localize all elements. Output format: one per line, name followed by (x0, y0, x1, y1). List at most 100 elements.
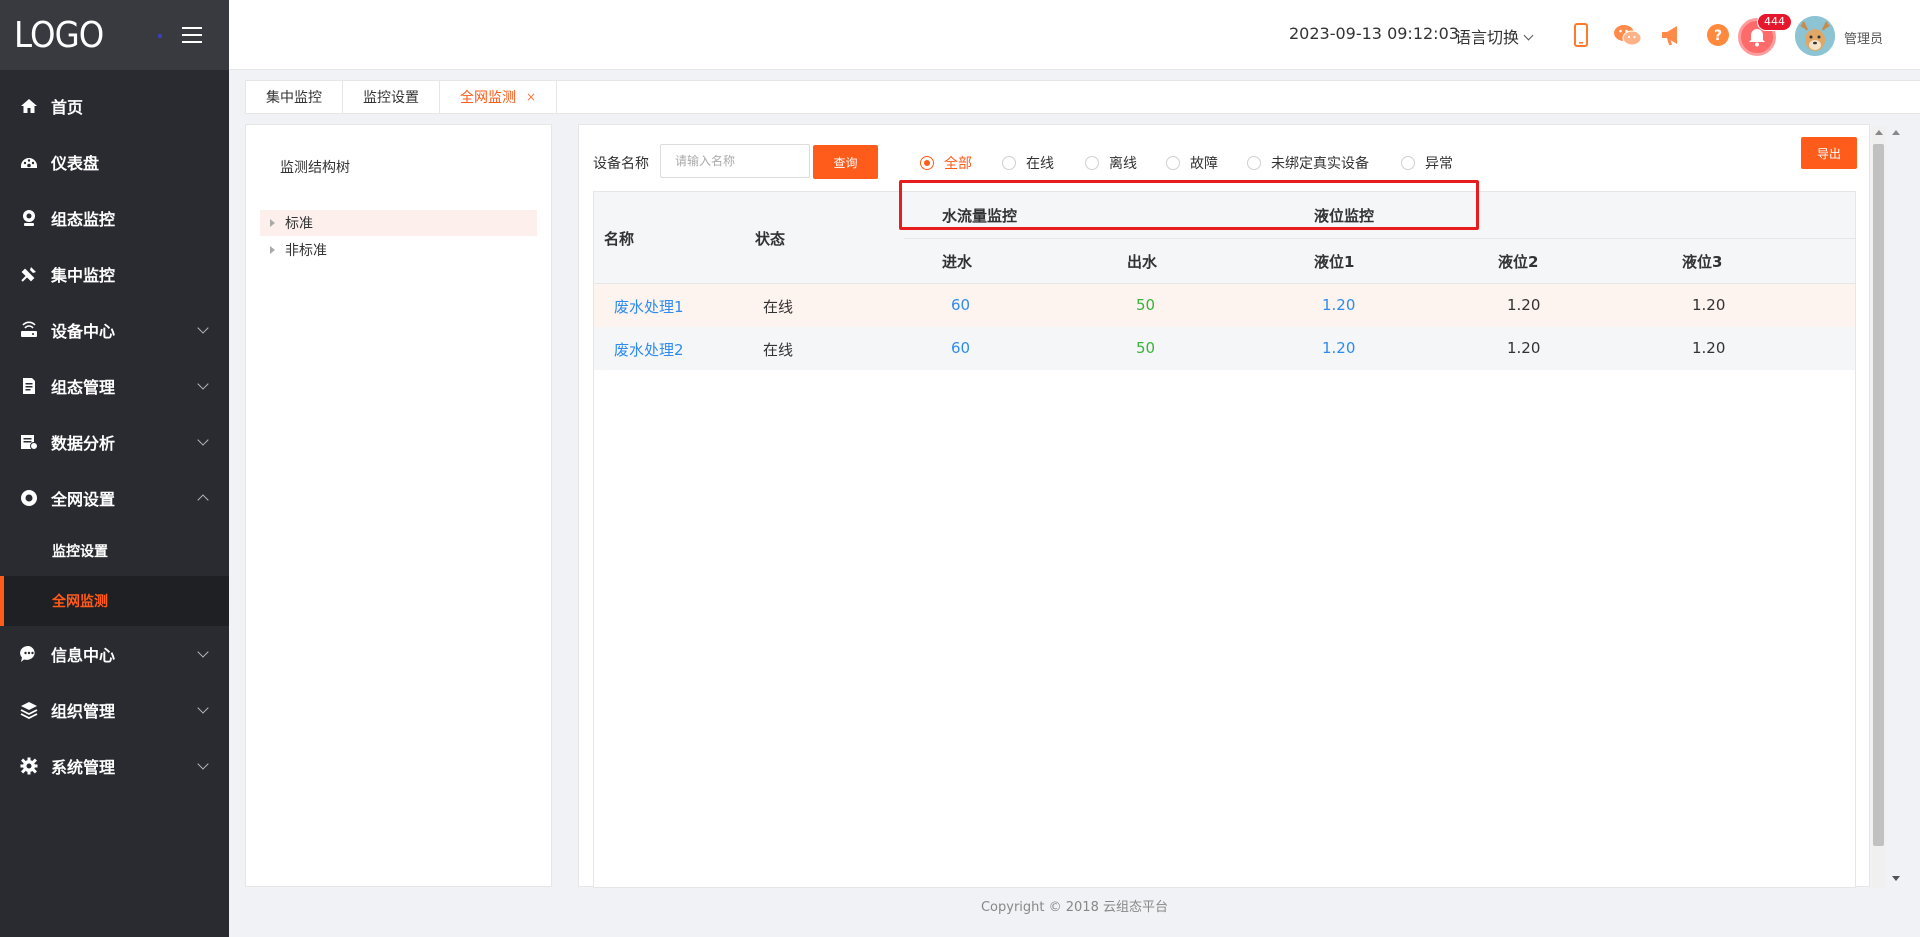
sidebar: LOGO 首页 仪表盘 组态监控 集中监控 设备中心 组态管理 数据分析 全网设… (0, 0, 229, 937)
tree-node-standard[interactable]: 标准 (260, 210, 537, 236)
notification-badge: 444 (1757, 13, 1792, 31)
scrollbar-thumb[interactable] (1873, 144, 1884, 846)
status-radio-unbound[interactable]: 未绑定真实设备 (1247, 153, 1369, 173)
document-icon (20, 377, 38, 395)
column-header-status: 状态 (755, 230, 786, 248)
tree-node-label: 非标准 (285, 243, 327, 259)
sidebar-item-label: 信息中心 (51, 646, 116, 665)
sidebar-item-label: 组织管理 (51, 702, 116, 721)
query-button[interactable]: 查询 (813, 145, 878, 179)
announcement-icon[interactable] (1659, 22, 1685, 48)
sidebar-item-label: 首页 (51, 98, 84, 117)
menu-toggle-icon[interactable] (158, 27, 202, 43)
status-radio-fault[interactable]: 故障 (1166, 153, 1218, 173)
sidebar-item-device-center[interactable]: 设备中心 (0, 302, 229, 358)
monitor-table: 名称 状态 水流量监控 液位监控 进水 出水 液位1 液位2 液位3 废水处理1… (593, 191, 1856, 888)
mobile-icon[interactable] (1568, 22, 1594, 48)
table-header: 名称 状态 水流量监控 液位监控 进水 出水 液位1 液位2 液位3 (594, 192, 1855, 284)
close-icon[interactable]: × (526, 90, 536, 104)
chevron-down-icon (197, 758, 209, 770)
scroll-down-arrow-icon[interactable] (1892, 876, 1900, 881)
sidebar-item-data-analysis[interactable]: 数据分析 (0, 414, 229, 470)
wechat-icon[interactable] (1612, 22, 1644, 48)
device-name-link[interactable]: 废水处理1 (614, 296, 684, 317)
table-row[interactable]: 废水处理2 在线 60 50 1.20 1.20 1.20 (594, 327, 1855, 370)
home-icon (20, 97, 38, 115)
sidebar-item-label: 系统管理 (51, 758, 116, 777)
router-icon (20, 321, 38, 339)
scroll-up-arrow-icon[interactable] (1892, 130, 1900, 135)
sidebar-subitem-network-monitor[interactable]: 全网监测 (0, 576, 229, 626)
radio-ring (1085, 156, 1099, 170)
tree-title: 监测结构树 (280, 160, 350, 176)
sidebar-item-org-manage[interactable]: 组织管理 (0, 682, 229, 738)
webcam-icon (20, 209, 38, 227)
layers-icon (20, 701, 38, 719)
inlet-value: 60 (951, 296, 971, 314)
avatar[interactable] (1795, 16, 1835, 56)
inlet-value: 60 (951, 339, 971, 357)
sidebar-item-config-monitor[interactable]: 组态监控 (0, 190, 229, 246)
sidebar-item-config-manage[interactable]: 组态管理 (0, 358, 229, 414)
column-header-level2: 液位2 (1498, 253, 1539, 271)
chevron-down-icon (197, 702, 209, 714)
structure-tree-panel: 监测结构树 标准 非标准 (245, 124, 552, 887)
status-radio-online[interactable]: 在线 (1002, 153, 1054, 173)
tree-node-nonstandard[interactable]: 非标准 (260, 237, 537, 263)
report-icon (20, 433, 38, 451)
tree-node-label: 标准 (285, 216, 313, 232)
status-radio-all[interactable]: 全部 (920, 153, 972, 173)
device-status: 在线 (763, 298, 794, 316)
language-label: 语言切换 (1455, 28, 1520, 47)
level2-value: 1.20 (1507, 296, 1541, 314)
sidebar-item-info-center[interactable]: 信息中心 (0, 626, 229, 682)
radio-ring (1401, 156, 1415, 170)
column-header-level3: 液位3 (1682, 253, 1723, 271)
tab-label: 监控设置 (363, 90, 419, 106)
export-button[interactable]: 导出 (1801, 137, 1857, 169)
device-name-input[interactable] (660, 144, 810, 178)
user-name[interactable]: 管理员 (1844, 28, 1883, 47)
sidebar-item-dashboard[interactable]: 仪表盘 (0, 134, 229, 190)
caret-right-icon[interactable] (270, 219, 275, 227)
chevron-down-icon (197, 646, 209, 658)
radio-label: 全部 (944, 156, 972, 172)
scroll-up-arrow-icon[interactable] (1875, 130, 1883, 135)
chevron-down-icon (197, 322, 209, 334)
radio-label: 故障 (1190, 156, 1218, 172)
sidebar-item-central-monitor[interactable]: 集中监控 (0, 246, 229, 302)
gear-icon (20, 757, 38, 775)
table-row[interactable]: 废水处理1 在线 60 50 1.20 1.20 1.20 (594, 284, 1855, 327)
sidebar-item-system-manage[interactable]: 系统管理 (0, 738, 229, 794)
sidebar-item-label: 数据分析 (51, 434, 116, 453)
tab-network-monitor[interactable]: 全网监测 × (440, 81, 558, 113)
radio-ring (920, 156, 934, 170)
radio-ring (1247, 156, 1261, 170)
device-status: 在线 (763, 341, 794, 359)
radio-label: 未绑定真实设备 (1271, 156, 1369, 172)
sidebar-item-label: 集中监控 (51, 266, 116, 285)
level1-value: 1.20 (1322, 339, 1356, 357)
tab-central-monitor[interactable]: 集中监控 (246, 81, 343, 113)
sidebar-item-network-settings[interactable]: 全网设置 (0, 470, 229, 526)
main-panel: 设备名称 查询 全部 在线 离线 故障 未绑定真实设备 异常 导出 名称 状态 … (578, 124, 1870, 888)
sidebar-item-label: 组态监控 (51, 210, 116, 229)
radio-ring (1002, 156, 1016, 170)
satellite-icon (20, 265, 38, 283)
language-switch[interactable]: 语言切换 (1455, 24, 1534, 48)
page-tabs: 集中监控 监控设置 全网监测 × (245, 80, 1920, 114)
sidebar-item-label: 设备中心 (51, 322, 116, 341)
status-radio-abnormal[interactable]: 异常 (1401, 153, 1453, 173)
column-header-inlet: 进水 (942, 253, 973, 271)
outlet-value: 50 (1136, 339, 1156, 357)
status-radio-offline[interactable]: 离线 (1085, 153, 1137, 173)
column-header-level1: 液位1 (1314, 253, 1355, 271)
chevron-up-icon (197, 494, 209, 506)
device-name-link[interactable]: 废水处理2 (614, 339, 684, 360)
sidebar-subitem-monitor-settings[interactable]: 监控设置 (0, 526, 229, 576)
sidebar-item-home[interactable]: 首页 (0, 78, 229, 134)
help-icon[interactable]: ? (1705, 22, 1731, 48)
chevron-down-icon (197, 378, 209, 390)
tab-monitor-settings[interactable]: 监控设置 (343, 81, 440, 113)
caret-right-icon[interactable] (270, 246, 275, 254)
